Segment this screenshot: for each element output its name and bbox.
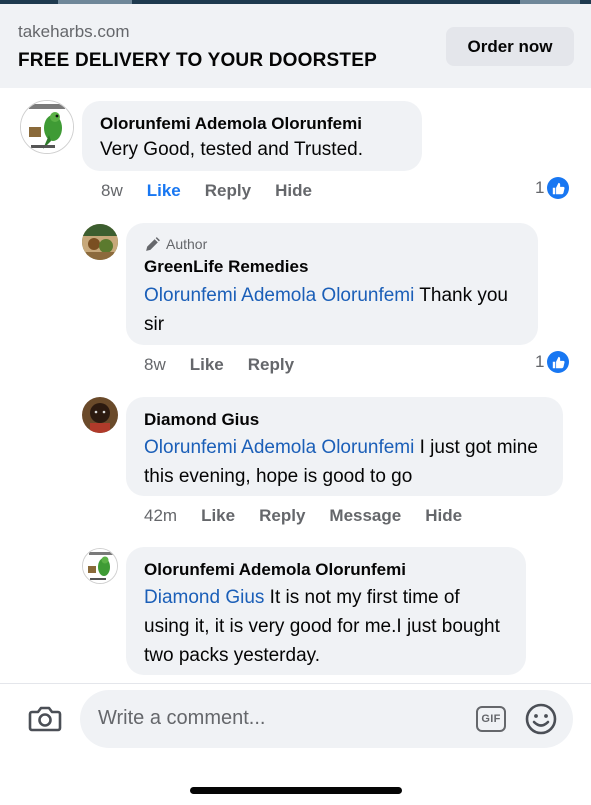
like-button[interactable]: Like (190, 355, 224, 375)
hide-button[interactable]: Hide (425, 506, 462, 526)
like-button[interactable]: Like (201, 506, 235, 526)
sponsored-ad-banner[interactable]: takeharbs.com FREE DELIVERY TO YOUR DOOR… (0, 0, 591, 88)
like-count: 1 (535, 178, 545, 197)
ad-domain[interactable]: takeharbs.com (18, 22, 130, 42)
avatar[interactable] (82, 224, 118, 260)
comment-input-placeholder: Write a comment... (98, 707, 266, 729)
comment-author[interactable]: Olorunfemi Ademola Olorunfemi (144, 559, 508, 581)
comment-author[interactable]: Diamond Gius (144, 409, 545, 431)
emoji-icon[interactable] (524, 702, 558, 741)
mention-link[interactable]: Olorunfemi Ademola Olorunfemi (144, 437, 414, 458)
comment-timestamp[interactable]: 8w (144, 355, 166, 375)
camera-icon[interactable] (28, 704, 62, 739)
comment-text: Olorunfemi Ademola Olorunfemi Thank you … (144, 281, 520, 339)
comment-author[interactable]: Olorunfemi Ademola Olorunfemi (100, 113, 404, 135)
reaction-count[interactable]: 1 (535, 351, 570, 373)
avatar[interactable] (82, 397, 118, 433)
gif-icon[interactable]: GIF (476, 706, 506, 732)
comment-bubble[interactable]: Olorunfemi Ademola Olorunfemi Very Good,… (82, 101, 422, 171)
home-indicator[interactable] (190, 787, 402, 794)
mention-link[interactable]: Olorunfemi Ademola Olorunfemi (144, 285, 414, 306)
pen-icon (146, 236, 160, 251)
comment-actions: 42m Like Reply Message Hide (144, 506, 486, 526)
avatar[interactable] (20, 100, 74, 154)
reaction-count[interactable]: 1 (535, 177, 570, 199)
order-now-button[interactable]: Order now (446, 27, 574, 66)
reply-button[interactable]: Reply (248, 355, 294, 375)
like-count: 1 (535, 352, 545, 371)
avatar[interactable] (82, 548, 118, 584)
reply-button[interactable]: Reply (259, 506, 305, 526)
comment-text: Diamond Gius It is not my first time of … (144, 583, 508, 670)
comment-bubble[interactable]: Diamond Gius Olorunfemi Ademola Olorunfe… (126, 397, 563, 496)
comment-bubble[interactable]: Author GreenLife Remedies Olorunfemi Ade… (126, 223, 538, 345)
message-button[interactable]: Message (329, 506, 401, 526)
comment-actions: 8w Like Reply Hide (101, 181, 336, 201)
author-badge: Author (144, 235, 520, 253)
comment-bubble[interactable]: Olorunfemi Ademola Olorunfemi Diamond Gi… (126, 547, 526, 675)
reply-button[interactable]: Reply (205, 181, 251, 201)
like-button[interactable]: Like (147, 181, 181, 201)
mention-link[interactable]: Diamond Gius (144, 587, 264, 608)
hide-button[interactable]: Hide (275, 181, 312, 201)
comment-text: Very Good, tested and Trusted. (100, 139, 363, 160)
author-badge-label: Author (166, 236, 208, 252)
comment-text: Olorunfemi Ademola Olorunfemi I just got… (144, 433, 545, 491)
comment-actions: 8w Like Reply (144, 355, 318, 375)
ad-headline[interactable]: FREE DELIVERY TO YOUR DOORSTEP (18, 50, 377, 72)
comment-timestamp[interactable]: 42m (144, 506, 177, 526)
thumbs-up-icon (547, 177, 570, 199)
thumbs-up-icon (547, 351, 570, 373)
comment-input[interactable]: Write a comment... GIF (80, 690, 573, 748)
ad-image-edge (0, 0, 591, 4)
comment-author[interactable]: GreenLife Remedies (144, 256, 520, 278)
comment-timestamp[interactable]: 8w (101, 181, 123, 201)
